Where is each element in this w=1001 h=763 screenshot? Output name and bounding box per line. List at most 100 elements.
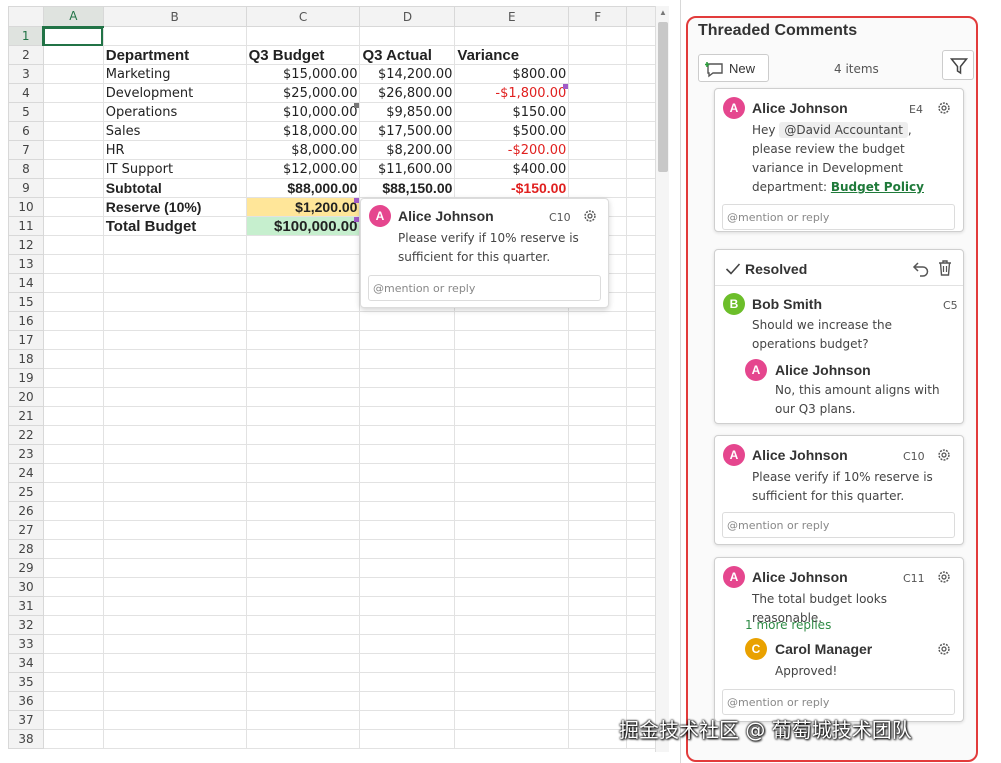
cell[interactable] [102, 406, 247, 426]
row-header[interactable]: 15 [8, 292, 44, 312]
cell[interactable] [245, 596, 361, 616]
row-header[interactable]: 3 [8, 64, 44, 84]
cell-budget[interactable]: $25,000.00 [245, 83, 361, 103]
cell-reserve-label[interactable]: Reserve (10%) [102, 197, 247, 217]
cell[interactable] [626, 349, 656, 369]
column-header-a[interactable]: A [42, 6, 104, 28]
cell[interactable] [626, 235, 656, 255]
cell[interactable] [245, 482, 361, 502]
row-header[interactable]: 35 [8, 672, 44, 692]
reply-input[interactable]: @mention or reply [368, 275, 601, 301]
cell[interactable] [42, 349, 104, 369]
cell[interactable] [102, 349, 247, 369]
cell[interactable] [245, 558, 361, 578]
cell[interactable] [42, 577, 104, 597]
cell[interactable] [568, 26, 628, 46]
comment-thread-resolved[interactable]: Resolved B Bob Smith C5 Should we increa… [714, 249, 964, 424]
cell[interactable] [454, 26, 570, 46]
cell[interactable] [245, 729, 361, 749]
row-header[interactable]: 37 [8, 710, 44, 730]
cell[interactable] [102, 330, 247, 350]
cell[interactable] [626, 368, 656, 388]
cell-budget[interactable]: $15,000.00 [245, 64, 361, 84]
cell[interactable] [626, 45, 656, 65]
cell-actual[interactable]: $8,200.00 [359, 140, 456, 160]
row-header[interactable]: 13 [8, 254, 44, 274]
cell[interactable] [245, 634, 361, 654]
cell[interactable] [454, 634, 570, 654]
row-header[interactable]: 11 [8, 216, 44, 236]
cell[interactable] [42, 520, 104, 540]
header-q3-budget[interactable]: Q3 Budget [245, 45, 361, 65]
cell[interactable] [102, 368, 247, 388]
cell[interactable] [359, 387, 456, 407]
reopen-icon[interactable] [912, 260, 930, 278]
cell[interactable] [626, 387, 656, 407]
cell[interactable] [454, 463, 570, 483]
cell[interactable] [42, 406, 104, 426]
cell[interactable] [359, 653, 456, 673]
cell[interactable] [102, 273, 247, 293]
cell[interactable] [626, 615, 656, 635]
cell-variance[interactable]: $150.00 [454, 102, 570, 122]
header-variance[interactable]: Variance [454, 45, 570, 65]
row-header[interactable]: 29 [8, 558, 44, 578]
column-header-c[interactable]: C [245, 6, 361, 27]
reply-input[interactable]: @mention or reply [722, 512, 955, 538]
cell-variance[interactable]: $800.00 [454, 64, 570, 84]
row-header[interactable]: 12 [8, 235, 44, 255]
cell[interactable] [42, 729, 104, 749]
cell[interactable] [42, 216, 104, 236]
cell[interactable] [568, 520, 628, 540]
header-department[interactable]: Department [102, 45, 247, 65]
cell[interactable] [245, 406, 361, 426]
cell[interactable] [454, 387, 570, 407]
gear-icon[interactable] [935, 446, 953, 464]
cell[interactable] [102, 710, 247, 730]
cell[interactable] [454, 349, 570, 369]
cell[interactable] [245, 444, 361, 464]
cell[interactable] [245, 463, 361, 483]
cell[interactable] [626, 520, 656, 540]
cell[interactable] [359, 406, 456, 426]
row-header[interactable]: 24 [8, 463, 44, 483]
cell-reserve-c10-commented[interactable]: $1,200.00 [245, 197, 361, 217]
cell[interactable] [102, 235, 247, 255]
cell[interactable] [454, 577, 570, 597]
row-header[interactable]: 10 [8, 197, 44, 217]
row-header[interactable]: 4 [8, 83, 44, 103]
cell[interactable] [454, 482, 570, 502]
cell[interactable] [245, 710, 361, 730]
cell[interactable] [454, 368, 570, 388]
cell[interactable] [626, 425, 656, 445]
row-header[interactable]: 17 [8, 330, 44, 350]
cell[interactable] [568, 577, 628, 597]
header-q3-actual[interactable]: Q3 Actual [359, 45, 456, 65]
cell[interactable] [568, 501, 628, 521]
cell[interactable] [102, 729, 247, 749]
cell[interactable] [626, 216, 656, 236]
cell[interactable] [626, 406, 656, 426]
cell[interactable] [42, 178, 104, 198]
row-header[interactable]: 2 [8, 45, 44, 65]
cell[interactable] [626, 558, 656, 578]
cell[interactable] [245, 349, 361, 369]
cell[interactable] [454, 539, 570, 559]
cell[interactable] [42, 292, 104, 312]
cell[interactable] [626, 463, 656, 483]
cell[interactable] [42, 463, 104, 483]
row-header[interactable]: 6 [8, 121, 44, 141]
gear-icon[interactable] [581, 207, 599, 225]
row-header[interactable]: 5 [8, 102, 44, 122]
cell[interactable] [102, 254, 247, 274]
cell[interactable] [454, 330, 570, 350]
mention-tag[interactable]: @David Accountant [779, 122, 908, 138]
column-header-f[interactable]: F [568, 6, 628, 27]
select-all-corner[interactable] [8, 6, 44, 27]
cell[interactable] [454, 596, 570, 616]
cell-actual[interactable]: $11,600.00 [359, 159, 456, 179]
cell[interactable] [626, 672, 656, 692]
hover-comment-card[interactable]: A Alice Johnson C10 Please verify if 10%… [360, 198, 609, 308]
scroll-up-icon[interactable]: ▲ [656, 6, 670, 20]
cell[interactable] [568, 368, 628, 388]
